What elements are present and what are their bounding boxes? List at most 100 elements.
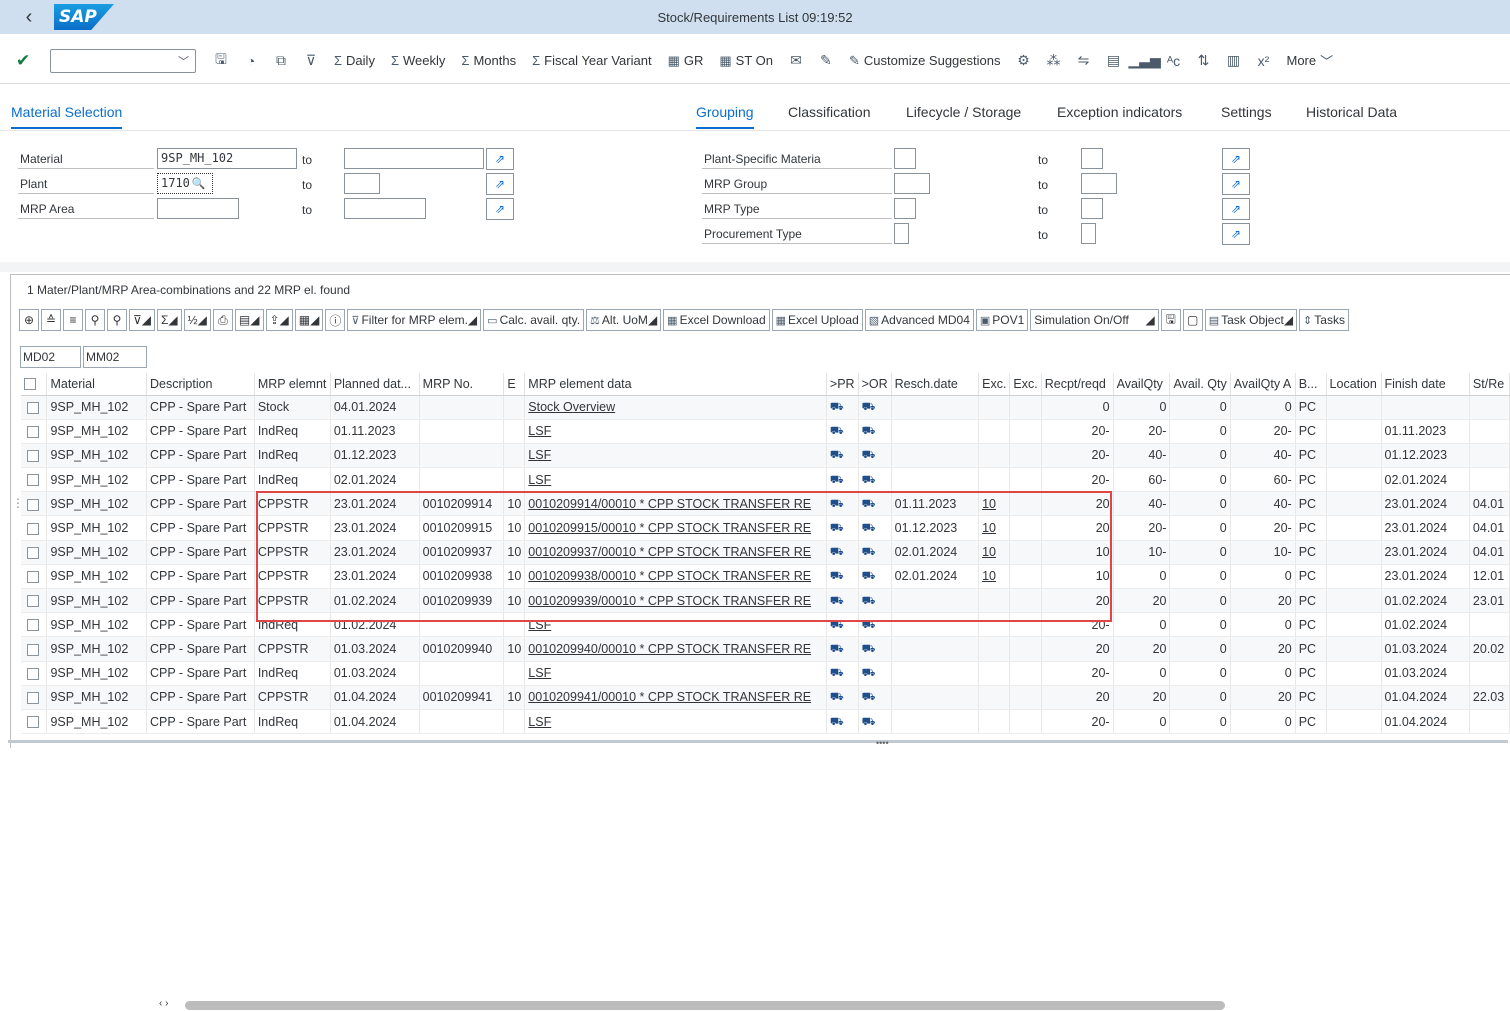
layout-icon[interactable]: ▦◢ <box>294 309 324 331</box>
convert-icon[interactable]: ⛟ <box>858 395 892 420</box>
multiple-selection-icon[interactable]: ⇗ <box>1222 198 1250 220</box>
convert-icon[interactable]: ⛟ <box>826 636 859 662</box>
table-cell[interactable]: LSF <box>524 661 827 686</box>
sort-icon[interactable]: ⇅ <box>1188 52 1218 69</box>
mrp-area-input[interactable] <box>157 198 239 219</box>
table-cell[interactable]: 0010209941/00010 * CPP STOCK TRANSFER RE <box>524 685 827 710</box>
row-select-checkbox[interactable] <box>21 612 48 638</box>
table-cell[interactable]: LSF <box>524 612 827 638</box>
table-cell[interactable]: LSF <box>524 443 827 469</box>
tab-grouping[interactable]: Grouping <box>696 104 754 129</box>
convert-icon[interactable]: ⛟ <box>826 395 859 420</box>
filter-mrp-elem-button[interactable]: ⊽ Filter for MRP elem. ◢ <box>347 309 482 331</box>
convert-icon[interactable]: ⛟ <box>826 564 859 590</box>
column-header[interactable]: MRP No. <box>419 373 505 396</box>
convert-icon[interactable]: ⛟ <box>858 685 892 710</box>
column-header[interactable]: Resch.date <box>891 373 980 396</box>
mrp-type-input[interactable] <box>894 198 916 219</box>
table-cell[interactable]: 0010209939/00010 * CPP STOCK TRANSFER RE <box>524 588 827 614</box>
column-header[interactable]: MRP elemnt <box>254 373 331 396</box>
table-cell[interactable]: 10 <box>978 540 1011 565</box>
row-select-checkbox[interactable] <box>21 588 48 614</box>
material-to-input[interactable] <box>344 148 484 169</box>
convert-icon[interactable]: ⛟ <box>826 685 859 710</box>
table-row[interactable]: 9SP_MH_102 CPP - Spare Part CPPSTR 01.04.20… <box>21 685 1510 710</box>
convert-icon[interactable]: ⛟ <box>858 540 892 565</box>
copy-icon[interactable]: ⧉ <box>266 52 296 69</box>
find-next-icon[interactable]: ⚲ <box>107 309 127 331</box>
convert-icon[interactable]: ⛟ <box>858 467 892 493</box>
column-header[interactable]: AvailQty A <box>1230 373 1296 396</box>
view-icon[interactable]: ▤◢ <box>234 309 264 331</box>
convert-icon[interactable]: ⛟ <box>826 709 859 735</box>
table-cell[interactable]: 0010209938/00010 * CPP STOCK TRANSFER RE <box>524 564 827 590</box>
gr-button[interactable]: ▦ GR <box>660 53 712 69</box>
row-select-checkbox[interactable] <box>21 395 48 420</box>
row-select-checkbox[interactable] <box>21 467 48 493</box>
table-row[interactable]: 9SP_MH_102 CPP - Spare Part CPPSTR 01.03.20… <box>21 636 1510 662</box>
column-header[interactable]: >PR <box>826 373 859 396</box>
tab-material-selection[interactable]: Material Selection <box>11 104 123 129</box>
convert-icon[interactable]: ⛟ <box>858 612 892 638</box>
convert-icon[interactable]: ⛟ <box>826 612 859 638</box>
table-row[interactable]: 9SP_MH_102 CPP - Spare Part IndReq 01.03.20… <box>21 661 1510 686</box>
table-cell[interactable] <box>978 709 1011 735</box>
row-select-checkbox[interactable] <box>21 540 48 565</box>
table-cell[interactable]: 0010209915/00010 * CPP STOCK TRANSFER RE <box>524 515 827 541</box>
mrp-type-to-input[interactable] <box>1081 198 1103 219</box>
formula-icon[interactable]: x² <box>1248 53 1278 69</box>
hierarchy-icon[interactable]: ⇋ <box>1068 52 1098 69</box>
table-cell[interactable]: 10 <box>978 564 1011 590</box>
mrp-group-input[interactable] <box>894 173 930 194</box>
history-icon[interactable]: ◔ <box>236 53 266 69</box>
table-cell[interactable]: Stock Overview <box>524 395 827 420</box>
fiscal-year-variant-button[interactable]: Σ Fiscal Year Variant <box>524 53 659 68</box>
tab-historical-data[interactable]: Historical Data <box>1306 104 1397 120</box>
scrollbar-thumb[interactable] <box>185 1001 1225 1010</box>
select-all-checkbox[interactable] <box>21 373 48 396</box>
plant-specific-material-to-input[interactable] <box>1081 148 1103 169</box>
table-cell[interactable]: 10 <box>978 515 1011 541</box>
print-icon[interactable]: ⎙ <box>212 309 233 331</box>
table-cell[interactable] <box>978 443 1011 469</box>
text-icon[interactable]: ᴬc <box>1158 53 1188 69</box>
row-select-checkbox[interactable] <box>21 491 48 517</box>
task-object-button[interactable]: ▤ Task Object ◢ <box>1204 309 1298 331</box>
table-cell[interactable] <box>978 636 1011 662</box>
row-select-checkbox[interactable] <box>21 515 48 541</box>
multiple-selection-icon[interactable]: ⇗ <box>1222 173 1250 195</box>
table-cell[interactable]: 0010209914/00010 * CPP STOCK TRANSFER RE <box>524 491 827 517</box>
column-header[interactable]: Exc. <box>1009 373 1042 396</box>
convert-icon[interactable]: ⛟ <box>826 443 859 469</box>
convert-icon[interactable]: ⛟ <box>858 588 892 614</box>
tab-exception-indicators[interactable]: Exception indicators <box>1057 104 1182 120</box>
tab-classification[interactable]: Classification <box>788 104 870 120</box>
scroll-arrows-icon[interactable]: ‹ › <box>159 998 168 1009</box>
material-input[interactable]: 9SP_MH_102 <box>157 148 297 169</box>
row-select-checkbox[interactable] <box>21 709 48 735</box>
search-icon[interactable]: 🔍 <box>192 177 206 190</box>
edit-icon[interactable]: ✎ <box>811 52 841 69</box>
row-select-checkbox[interactable] <box>21 636 48 662</box>
bar-chart-icon[interactable]: ▁▃▅ <box>1128 52 1160 69</box>
filter-icon[interactable]: ⊽ <box>296 52 326 69</box>
weekly-button[interactable]: Σ Weekly <box>383 53 453 68</box>
row-select-checkbox[interactable] <box>21 564 48 590</box>
st-on-button[interactable]: ▦ ST On <box>711 53 781 69</box>
table-row[interactable]: 9SP_MH_102 CPP - Spare Part Stock 04.01.202… <box>21 395 1510 420</box>
horizontal-scrollbar[interactable]: ‹ › <box>151 998 1510 1011</box>
column-header[interactable]: St/Re <box>1469 373 1510 396</box>
excel-upload-button[interactable]: ▦ Excel Upload <box>771 309 863 331</box>
convert-icon[interactable]: ⛟ <box>858 419 892 444</box>
column-header[interactable]: Recpt/reqd <box>1041 373 1114 396</box>
table-cell[interactable]: LSF <box>524 709 827 735</box>
tcode-md02-button[interactable]: MD02 <box>20 346 81 368</box>
table-cell[interactable] <box>978 685 1011 710</box>
network-icon[interactable]: ⁂ <box>1038 52 1068 69</box>
row-select-checkbox[interactable] <box>21 661 48 686</box>
convert-icon[interactable]: ⛟ <box>826 661 859 686</box>
table-cell[interactable] <box>978 467 1011 493</box>
mrp-group-to-input[interactable] <box>1081 173 1117 194</box>
splitter-bar[interactable] <box>8 740 1508 743</box>
grid-icon[interactable]: ▥ <box>1218 52 1248 69</box>
